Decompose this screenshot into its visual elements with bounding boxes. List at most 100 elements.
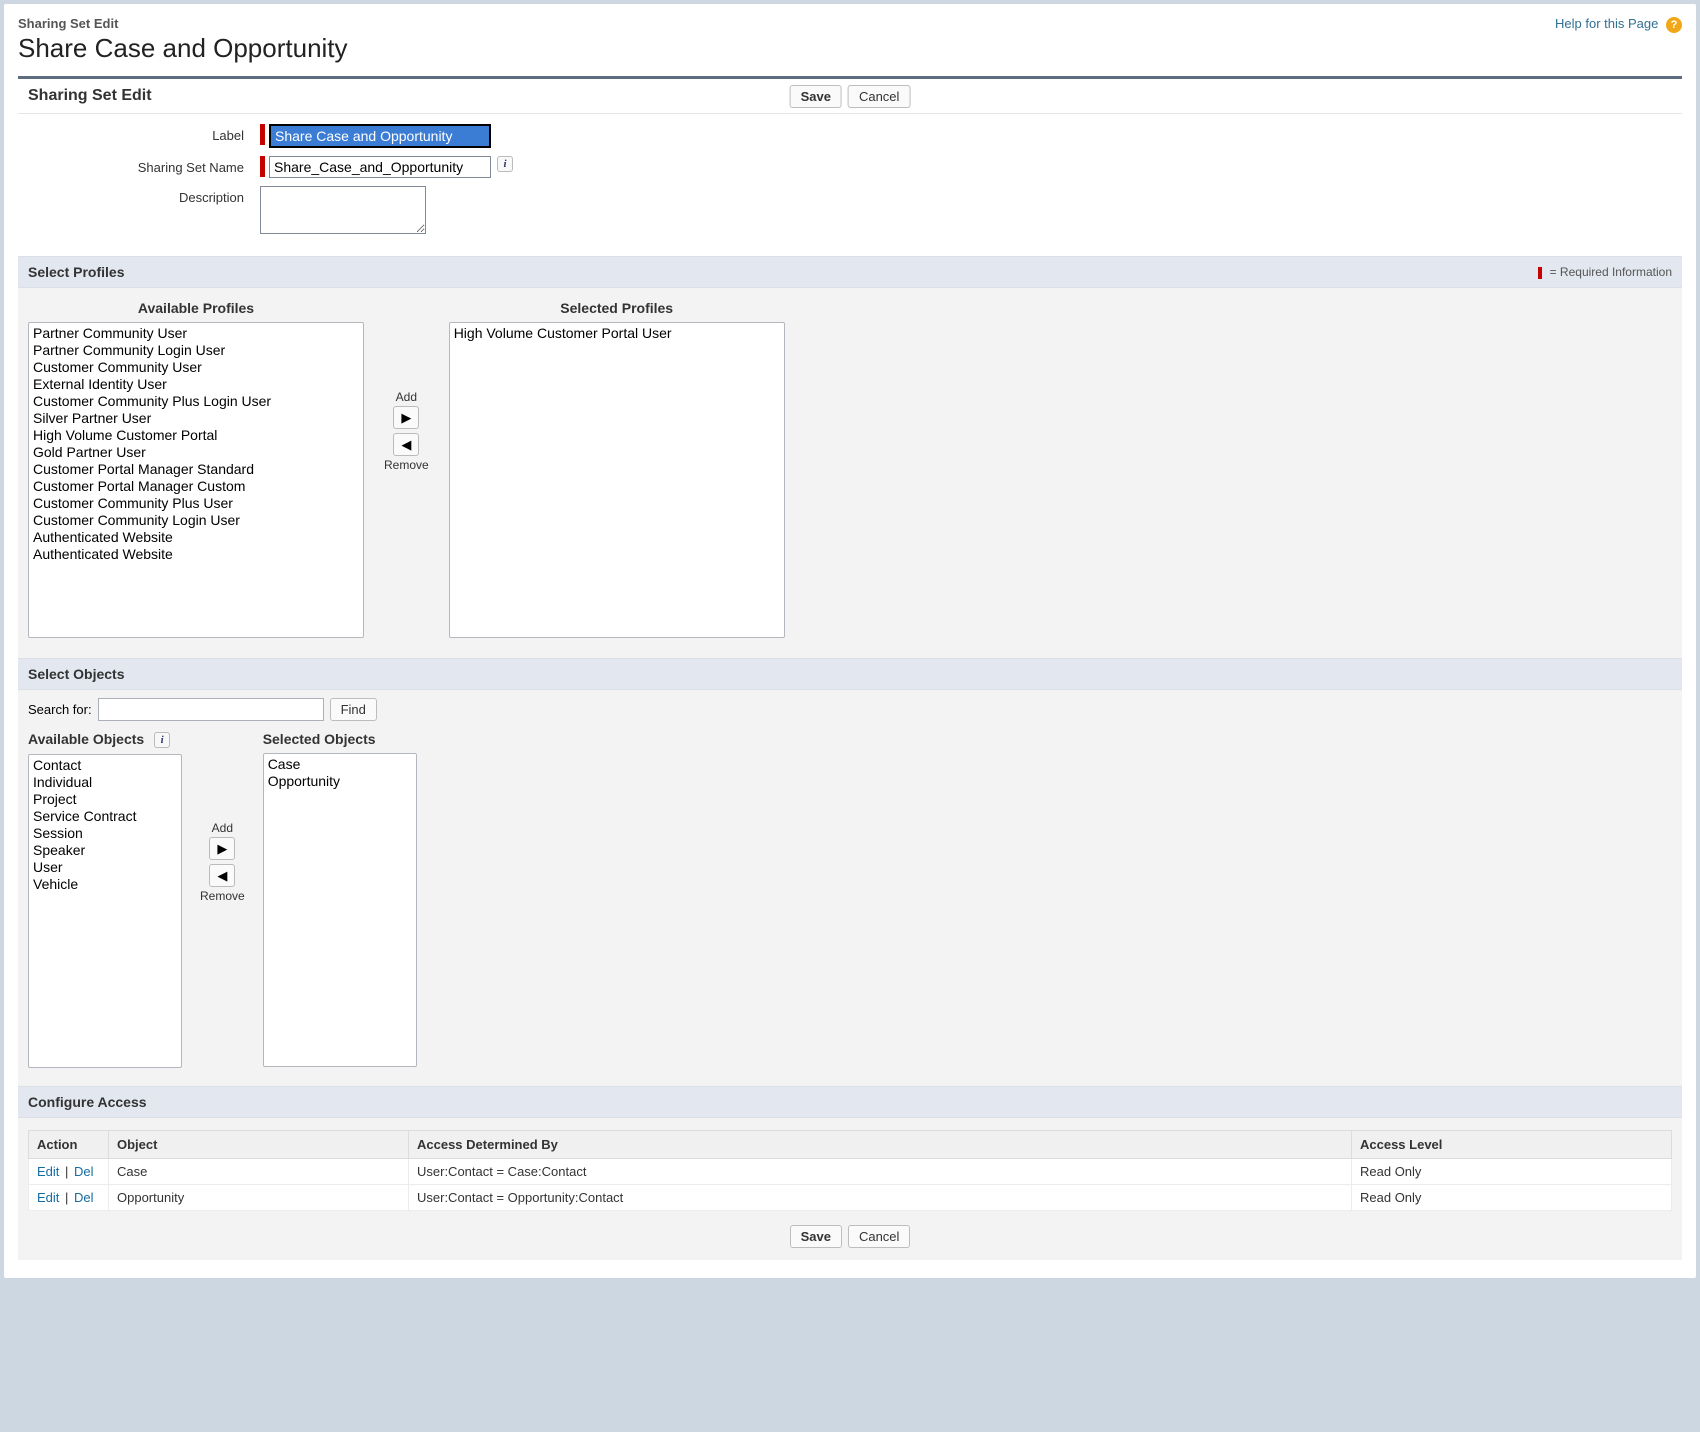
del-link[interactable]: Del xyxy=(74,1190,94,1205)
col-access-level: Access Level xyxy=(1352,1131,1672,1159)
configure-access-header: Configure Access xyxy=(18,1086,1682,1118)
cell-action: Edit | Del xyxy=(29,1159,109,1185)
separator: | xyxy=(59,1164,74,1179)
required-indicator-icon xyxy=(1538,267,1542,279)
description-textarea[interactable] xyxy=(260,186,426,234)
list-item[interactable]: Case xyxy=(266,756,414,773)
search-for-label: Search for: xyxy=(28,702,92,717)
find-button[interactable]: Find xyxy=(330,698,377,721)
del-link[interactable]: Del xyxy=(74,1164,94,1179)
list-item[interactable]: Authenticated Website xyxy=(31,546,361,563)
list-item[interactable]: Session xyxy=(31,825,179,842)
label-input[interactable] xyxy=(269,124,491,148)
add-object-button[interactable]: ▶ xyxy=(209,837,235,860)
remove-label: Remove xyxy=(384,458,429,472)
select-objects-header: Select Objects xyxy=(18,658,1682,690)
list-item[interactable]: Customer Community Plus User xyxy=(31,495,361,512)
list-item[interactable]: Individual xyxy=(31,774,179,791)
header-context: Sharing Set Edit xyxy=(18,16,348,31)
chevron-right-icon: ▶ xyxy=(401,410,411,426)
access-table: Action Object Access Determined By Acces… xyxy=(28,1130,1672,1211)
search-objects-input[interactable] xyxy=(98,698,324,721)
add-label: Add xyxy=(212,821,233,835)
page-header: Sharing Set Edit Share Case and Opportun… xyxy=(18,16,1682,64)
sharing-set-name-label: Sharing Set Name xyxy=(28,156,260,175)
cell-object: Case xyxy=(109,1159,409,1185)
info-icon[interactable]: i xyxy=(154,732,170,748)
selected-profiles-select[interactable]: High Volume Customer Portal User xyxy=(449,322,785,638)
selected-profiles-heading: Selected Profiles xyxy=(560,300,673,316)
add-profile-button[interactable]: ▶ xyxy=(393,406,419,429)
list-item[interactable]: Vehicle xyxy=(31,876,179,893)
access-panel: Action Object Access Determined By Acces… xyxy=(18,1118,1682,1252)
list-item[interactable]: Project xyxy=(31,791,179,808)
list-item[interactable]: Customer Portal Manager Standard xyxy=(31,461,361,478)
edit-link[interactable]: Edit xyxy=(37,1190,59,1205)
list-item[interactable]: Contact xyxy=(31,757,179,774)
label-label: Label xyxy=(28,124,260,143)
main-area: Sharing Set Edit Save Cancel Label Shari… xyxy=(18,76,1682,1260)
description-label: Description xyxy=(28,186,260,205)
available-objects-heading: Available Objects i xyxy=(28,731,170,748)
list-item[interactable]: Speaker xyxy=(31,842,179,859)
cancel-button-top[interactable]: Cancel xyxy=(848,85,910,108)
cell-access-level: Read Only xyxy=(1352,1159,1672,1185)
separator: | xyxy=(59,1190,74,1205)
remove-label: Remove xyxy=(200,889,245,903)
list-item[interactable]: External Identity User xyxy=(31,376,361,393)
objects-area: Search for: Find Available Objects i Con… xyxy=(18,690,1682,1086)
cancel-button-bottom[interactable]: Cancel xyxy=(848,1225,910,1248)
profiles-duellist: Available Profiles Partner Community Use… xyxy=(18,288,1682,658)
required-information-note: = Required Information xyxy=(1538,265,1672,279)
chevron-right-icon: ▶ xyxy=(217,841,227,857)
list-item[interactable]: Customer Community Plus Login User xyxy=(31,393,361,410)
help-link[interactable]: Help for this Page xyxy=(1555,16,1658,31)
selected-objects-heading: Selected Objects xyxy=(263,731,376,747)
list-item[interactable]: High Volume Customer Portal xyxy=(31,427,361,444)
access-table-body: Edit | DelCaseUser:Contact = Case:Contac… xyxy=(29,1159,1672,1211)
chevron-left-icon: ◀ xyxy=(401,437,411,453)
col-object: Object xyxy=(109,1131,409,1159)
table-row: Edit | DelOpportunityUser:Contact = Oppo… xyxy=(29,1185,1672,1211)
cell-determined-by: User:Contact = Opportunity:Contact xyxy=(409,1185,1352,1211)
remove-profile-button[interactable]: ◀ xyxy=(393,433,419,456)
sharing-set-name-input[interactable] xyxy=(269,156,491,178)
available-profiles-heading: Available Profiles xyxy=(138,300,254,316)
list-item[interactable]: Authenticated Website xyxy=(31,529,361,546)
cell-object: Opportunity xyxy=(109,1185,409,1211)
col-determined-by: Access Determined By xyxy=(409,1131,1352,1159)
list-item[interactable]: Customer Community User xyxy=(31,359,361,376)
edit-link[interactable]: Edit xyxy=(37,1164,59,1179)
add-label: Add xyxy=(396,390,417,404)
list-item[interactable]: Gold Partner User xyxy=(31,444,361,461)
available-objects-select[interactable]: ContactIndividualProjectService Contract… xyxy=(28,754,182,1068)
list-item[interactable]: Partner Community User xyxy=(31,325,361,342)
list-item[interactable]: Customer Portal Manager Custom xyxy=(31,478,361,495)
select-objects-title: Select Objects xyxy=(28,666,125,682)
list-item[interactable]: Partner Community Login User xyxy=(31,342,361,359)
list-item[interactable]: Silver Partner User xyxy=(31,410,361,427)
list-item[interactable]: Customer Community Login User xyxy=(31,512,361,529)
page-wrapper: Sharing Set Edit Share Case and Opportun… xyxy=(4,4,1696,1278)
list-item[interactable]: Service Contract xyxy=(31,808,179,825)
list-item[interactable]: Opportunity xyxy=(266,773,414,790)
table-row: Edit | DelCaseUser:Contact = Case:Contac… xyxy=(29,1159,1672,1185)
select-profiles-title: Select Profiles xyxy=(28,264,125,280)
select-profiles-header: Select Profiles = Required Information xyxy=(18,256,1682,288)
cell-access-level: Read Only xyxy=(1352,1185,1672,1211)
detail-panel: Label Sharing Set Name i Description xyxy=(18,114,1682,256)
configure-access-title: Configure Access xyxy=(28,1094,147,1110)
remove-object-button[interactable]: ◀ xyxy=(209,864,235,887)
info-icon[interactable]: i xyxy=(497,156,513,172)
save-button-bottom[interactable]: Save xyxy=(790,1225,842,1248)
save-button-top[interactable]: Save xyxy=(790,85,842,108)
list-item[interactable]: High Volume Customer Portal User xyxy=(452,325,782,342)
help-area: Help for this Page ? xyxy=(1555,16,1682,33)
available-profiles-select[interactable]: Partner Community UserPartner Community … xyxy=(28,322,364,638)
cell-action: Edit | Del xyxy=(29,1185,109,1211)
cell-determined-by: User:Contact = Case:Contact xyxy=(409,1159,1352,1185)
list-item[interactable]: User xyxy=(31,859,179,876)
help-icon[interactable]: ? xyxy=(1666,17,1682,33)
edit-section-header: Sharing Set Edit Save Cancel xyxy=(18,79,1682,114)
selected-objects-select[interactable]: CaseOpportunity xyxy=(263,753,417,1067)
